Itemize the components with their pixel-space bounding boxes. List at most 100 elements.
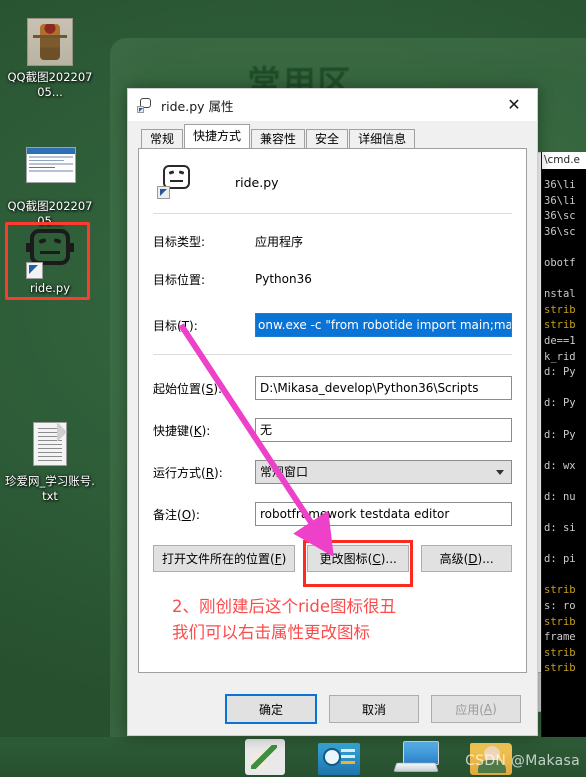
desktop-icon-label: QQ截图20220705... <box>7 70 93 99</box>
console-line: strib <box>544 615 576 628</box>
run-mode-value: 常规窗口 <box>260 465 309 479</box>
console-line: strib <box>544 303 576 316</box>
image-thumbnail-window-icon <box>26 147 76 195</box>
robot-face-shortcut-icon <box>26 229 74 279</box>
desktop-icon-label: ride.py <box>29 281 71 295</box>
field-start-in: 起始位置(S): D:\Mikasa_develop\Python36\Scri… <box>139 375 526 401</box>
console-line: 36\sc <box>544 210 576 223</box>
tab-details[interactable]: 详细信息 <box>349 129 416 148</box>
divider <box>153 354 512 355</box>
field-label: 起始位置(S): <box>153 381 223 396</box>
field-label: 目标位置: <box>153 272 206 287</box>
desktop-icon-ride-py[interactable]: ride.py <box>4 224 96 296</box>
desktop-icon-label: 珍爱网_学习账号.txt <box>5 474 95 503</box>
field-label: 运行方式(R): <box>153 465 223 480</box>
taskbar-media-player-icon[interactable] <box>318 743 360 775</box>
divider <box>153 213 512 214</box>
close-icon[interactable]: ✕ <box>491 89 537 121</box>
taskbar[interactable]: CSDN @Makasa <box>0 737 586 777</box>
console-line: 36\sc <box>544 225 576 238</box>
ok-button[interactable]: 确定 <box>225 694 317 724</box>
dialog-title: ride.py 属性 <box>161 98 234 114</box>
console-line: frame <box>544 631 576 644</box>
console-line: strib <box>544 646 576 659</box>
console-line: de==1 <box>544 334 576 347</box>
console-line: nstal <box>544 288 576 301</box>
field-label: 快捷键(K): <box>153 423 211 438</box>
field-label: 备注(O): <box>153 507 200 522</box>
annotation-line-1: 2、刚创建后这个ride图标很丑 <box>172 597 396 616</box>
apply-button[interactable]: 应用(A) <box>431 695 521 723</box>
desktop-icon-qq-screenshot-2[interactable]: QQ截图20220705... <box>4 140 96 229</box>
run-mode-select[interactable]: 常规窗口 <box>255 460 512 484</box>
change-icon-button[interactable]: 更改图标(C)... <box>307 545 410 572</box>
console-line: strib <box>544 584 576 597</box>
desktop-icon-zhenai-txt[interactable]: 珍爱网_学习账号.txt <box>4 420 96 504</box>
annotation-text: 2、刚创建后这个ride图标很丑 我们可以右击属性更改图标 <box>172 594 396 646</box>
console-line: k_rid <box>544 350 576 363</box>
tab-general[interactable]: 常规 <box>141 129 184 148</box>
text-file-icon <box>26 422 74 470</box>
robot-face-shortcut-icon <box>157 165 193 199</box>
console-line: d: wx <box>544 459 576 472</box>
dialog-tabs[interactable]: 常规 快捷方式 兼容性 安全 详细信息 <box>128 122 537 148</box>
console-line: strib <box>544 662 576 675</box>
taskbar-broom-icon[interactable] <box>245 739 285 775</box>
tab-security[interactable]: 安全 <box>306 129 349 148</box>
chevron-down-icon <box>496 469 504 475</box>
robot-face-title-icon <box>137 97 153 113</box>
field-run-mode: 运行方式(R): 常规窗口 <box>139 459 526 485</box>
console-line: 36\li <box>544 194 576 207</box>
console-title: \cmd.e <box>542 152 586 169</box>
console-line: obotf <box>544 256 576 269</box>
console-line: d: si <box>544 522 576 535</box>
console-line: 36\li <box>544 179 576 191</box>
field-label: 目标类型: <box>153 234 206 249</box>
field-value: Python36 <box>255 272 312 286</box>
dialog-titlebar[interactable]: ride.py 属性 ✕ <box>128 89 537 121</box>
console-line: d: Py <box>544 428 576 441</box>
shortcut-header-row: ride.py <box>139 149 526 209</box>
shortcut-arrow-badge-icon <box>157 186 170 199</box>
field-target-location: 目标位置: Python36 <box>139 268 526 290</box>
field-shortcut-key: 快捷键(K): 无 <box>139 417 526 443</box>
shortcut-file-name: ride.py <box>235 174 279 190</box>
target-input[interactable]: onw.exe -c "from robotide import main;ma… <box>255 313 512 337</box>
field-comment: 备注(O): robotframework testdata editor <box>139 501 526 527</box>
comment-input[interactable]: robotframework testdata editor <box>255 502 512 526</box>
console-line: d: Py <box>544 397 576 410</box>
open-file-location-button[interactable]: 打开文件所在的位置(F) <box>153 545 296 572</box>
console-line: d: Py <box>544 366 576 379</box>
tab-compatibility[interactable]: 兼容性 <box>251 129 306 148</box>
advanced-button[interactable]: 高级(D)... <box>421 545 512 572</box>
desktop-icon-qq-screenshot-1[interactable]: QQ截图20220705... <box>4 18 96 100</box>
console-line: s: ro <box>544 600 576 613</box>
csdn-watermark: CSDN @Makasa <box>465 753 580 769</box>
field-target-type: 目标类型: 应用程序 <box>139 230 526 252</box>
image-thumbnail-robot-icon <box>26 18 74 66</box>
taskbar-this-pc-icon[interactable] <box>395 741 443 775</box>
cancel-button[interactable]: 取消 <box>329 695 419 723</box>
dialog-footer: 确定 取消 应用(A) <box>128 683 537 735</box>
console-line: strib <box>544 319 576 332</box>
start-in-input[interactable]: D:\Mikasa_develop\Python36\Scripts <box>255 376 512 400</box>
tab-shortcut[interactable]: 快捷方式 <box>184 124 251 148</box>
field-label: 目标(T): <box>153 318 198 333</box>
shortcut-arrow-badge-icon <box>26 262 43 279</box>
console-line: d: nu <box>544 490 576 503</box>
shortcut-key-input[interactable]: 无 <box>255 418 512 442</box>
annotation-line-2: 我们可以右击属性更改图标 <box>172 623 370 642</box>
field-target: 目标(T): onw.exe -c "from robotide import … <box>139 312 526 338</box>
console-line: d: pi <box>544 553 576 566</box>
field-value: 应用程序 <box>255 234 304 249</box>
command-prompt-window[interactable]: \cmd.e 36\li 36\li 36\sc 36\sc obotf nstal s… <box>541 152 586 749</box>
